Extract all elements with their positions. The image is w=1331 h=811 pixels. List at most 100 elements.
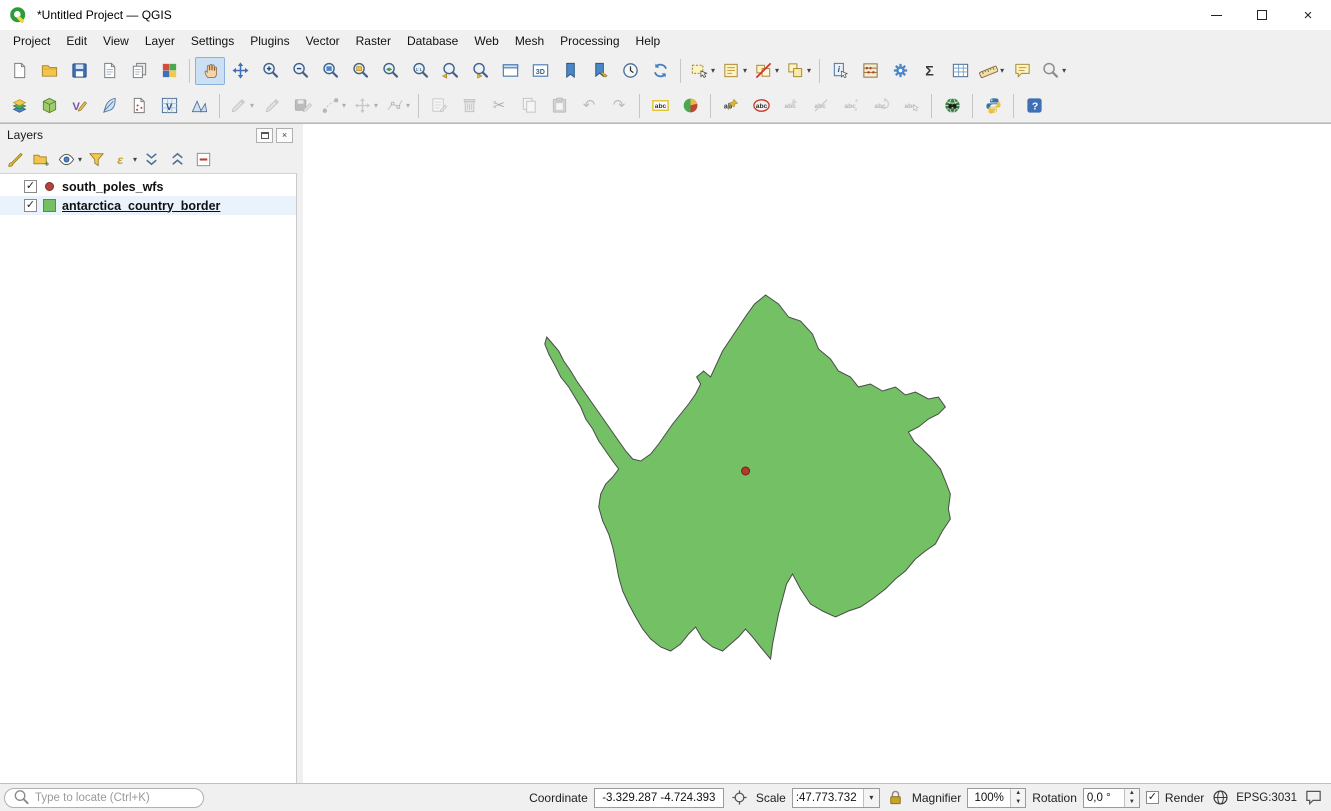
new-geopackage-layer-button[interactable] bbox=[34, 92, 64, 120]
search-map-button[interactable]: ▾ bbox=[1037, 57, 1069, 85]
new-shapefile-layer-button[interactable]: V bbox=[64, 92, 94, 120]
new-mesh-layer-button[interactable] bbox=[184, 92, 214, 120]
menu-item-web[interactable]: Web bbox=[466, 31, 506, 51]
menu-item-project[interactable]: Project bbox=[5, 31, 58, 51]
layer-visibility-checkbox[interactable]: ✓ bbox=[24, 199, 37, 212]
filter-legend-by-expression-button[interactable]: ε▾ bbox=[110, 148, 138, 172]
processing-toolbox-button[interactable] bbox=[885, 57, 915, 85]
python-console-button[interactable] bbox=[978, 92, 1008, 120]
rotation-spin-down-icon[interactable]: ▼ bbox=[1125, 798, 1139, 807]
layer-diagram-options-button[interactable] bbox=[675, 92, 705, 120]
scale-input[interactable] bbox=[793, 789, 863, 807]
locate-search-box[interactable] bbox=[4, 788, 204, 808]
magnifier-input[interactable] bbox=[968, 789, 1010, 807]
toggle-extents-icon[interactable] bbox=[730, 788, 750, 808]
new-virtual-layer-button[interactable]: V bbox=[154, 92, 184, 120]
menu-item-processing[interactable]: Processing bbox=[552, 31, 627, 51]
menu-item-mesh[interactable]: Mesh bbox=[507, 31, 552, 51]
layer-item-antarctica_country_border[interactable]: ✓antarctica_country_border bbox=[0, 196, 296, 215]
zoom-out-button[interactable] bbox=[285, 57, 315, 85]
zoom-last-button[interactable] bbox=[435, 57, 465, 85]
messages-icon[interactable] bbox=[1303, 788, 1323, 808]
add-group-button[interactable]: + bbox=[29, 148, 54, 172]
close-panel-button[interactable]: × bbox=[276, 128, 293, 143]
refresh-map-button[interactable] bbox=[645, 57, 675, 85]
filter-legend-button[interactable] bbox=[84, 148, 109, 172]
select-features-by-value-button[interactable]: ▾ bbox=[718, 57, 750, 85]
select-features-button[interactable]: ▾ bbox=[686, 57, 718, 85]
field-calculator-button[interactable] bbox=[855, 57, 885, 85]
crs-globe-icon[interactable] bbox=[1210, 788, 1230, 808]
menu-item-layer[interactable]: Layer bbox=[137, 31, 183, 51]
open-project-button[interactable] bbox=[34, 57, 64, 85]
layer-visibility-checkbox[interactable]: ✓ bbox=[24, 180, 37, 193]
zoom-next-button[interactable] bbox=[465, 57, 495, 85]
magnifier-spin-up-icon[interactable]: ▲ bbox=[1011, 789, 1025, 798]
identify-features-button[interactable]: i bbox=[825, 57, 855, 85]
menu-item-database[interactable]: Database bbox=[399, 31, 466, 51]
statistical-summary-button[interactable]: Σ bbox=[915, 57, 945, 85]
remove-layer-button[interactable] bbox=[191, 148, 216, 172]
map-canvas[interactable] bbox=[303, 124, 1331, 783]
rotation-input[interactable] bbox=[1084, 789, 1124, 807]
zoom-to-layer-button[interactable] bbox=[375, 57, 405, 85]
layer-labeling-options-button[interactable]: abc bbox=[645, 92, 675, 120]
measure-button[interactable]: ▾ bbox=[975, 57, 1007, 85]
new-temporary-scratch-layer-button[interactable] bbox=[124, 92, 154, 120]
magnifier-spinbox[interactable]: ▲▼ bbox=[967, 788, 1026, 808]
render-checkbox[interactable]: ✓ bbox=[1146, 791, 1159, 804]
layer-item-south_poles_wfs[interactable]: ✓south_poles_wfs bbox=[0, 177, 296, 196]
pan-map-to-selection-button[interactable] bbox=[225, 57, 255, 85]
new-print-layout-button[interactable] bbox=[94, 57, 124, 85]
highlight-pinned-labels-button[interactable]: ab bbox=[716, 92, 746, 120]
new-3d-map-view-button[interactable]: 3D bbox=[525, 57, 555, 85]
label-options-button[interactable]: abc bbox=[746, 92, 776, 120]
map-tips-button[interactable] bbox=[1007, 57, 1037, 85]
new-spatial-bookmark-button[interactable] bbox=[555, 57, 585, 85]
menu-item-vector[interactable]: Vector bbox=[298, 31, 348, 51]
locate-input[interactable] bbox=[35, 792, 197, 804]
float-panel-button[interactable] bbox=[256, 128, 273, 143]
scale-combobox[interactable]: ▾ bbox=[792, 788, 880, 808]
menu-item-help[interactable]: Help bbox=[628, 31, 669, 51]
open-attribute-table-button[interactable] bbox=[945, 57, 975, 85]
lock-scale-icon[interactable] bbox=[886, 788, 906, 808]
expand-all-button[interactable] bbox=[139, 148, 164, 172]
crs-status[interactable]: EPSG:3031 bbox=[1236, 792, 1297, 804]
menu-item-view[interactable]: View bbox=[95, 31, 137, 51]
menu-item-settings[interactable]: Settings bbox=[183, 31, 242, 51]
collapse-all-button[interactable] bbox=[165, 148, 190, 172]
zoom-in-button[interactable] bbox=[255, 57, 285, 85]
rotation-spin-up-icon[interactable]: ▲ bbox=[1125, 789, 1139, 798]
open-data-source-manager-button[interactable] bbox=[4, 92, 34, 120]
open-layer-styling-panel-button[interactable] bbox=[3, 148, 28, 172]
menu-item-edit[interactable]: Edit bbox=[58, 31, 95, 51]
pan-map-button[interactable] bbox=[195, 57, 225, 85]
zoom-to-selection-button[interactable] bbox=[345, 57, 375, 85]
temporal-controller-button[interactable] bbox=[615, 57, 645, 85]
maximize-button[interactable] bbox=[1239, 0, 1285, 30]
show-layout-manager-button[interactable] bbox=[124, 57, 154, 85]
style-manager-button[interactable] bbox=[154, 57, 184, 85]
svg-text:?: ? bbox=[1031, 101, 1037, 112]
metasearch-button[interactable] bbox=[937, 92, 967, 120]
help-button[interactable]: ? bbox=[1019, 92, 1049, 120]
close-button[interactable]: × bbox=[1285, 0, 1331, 30]
save-project-button[interactable] bbox=[64, 57, 94, 85]
show-spatial-bookmarks-button[interactable] bbox=[585, 57, 615, 85]
new-project-button[interactable] bbox=[4, 57, 34, 85]
rotation-spinbox[interactable]: ▲▼ bbox=[1083, 788, 1140, 808]
new-spatialite-layer-button[interactable] bbox=[94, 92, 124, 120]
magnifier-spin-down-icon[interactable]: ▼ bbox=[1011, 798, 1025, 807]
menu-item-plugins[interactable]: Plugins bbox=[242, 31, 297, 51]
minimize-button[interactable] bbox=[1193, 0, 1239, 30]
menu-item-raster[interactable]: Raster bbox=[348, 31, 399, 51]
scale-combo-arrow-icon[interactable]: ▾ bbox=[863, 789, 879, 807]
select-all-features-button[interactable]: ▾ bbox=[782, 57, 814, 85]
manage-map-themes-button[interactable]: ▾ bbox=[55, 148, 83, 172]
deselect-features-button[interactable]: ▾ bbox=[750, 57, 782, 85]
coordinate-input[interactable] bbox=[594, 788, 724, 808]
new-map-view-button[interactable] bbox=[495, 57, 525, 85]
zoom-full-extent-button[interactable] bbox=[315, 57, 345, 85]
zoom-native-resolution-button[interactable]: 1:1 bbox=[405, 57, 435, 85]
